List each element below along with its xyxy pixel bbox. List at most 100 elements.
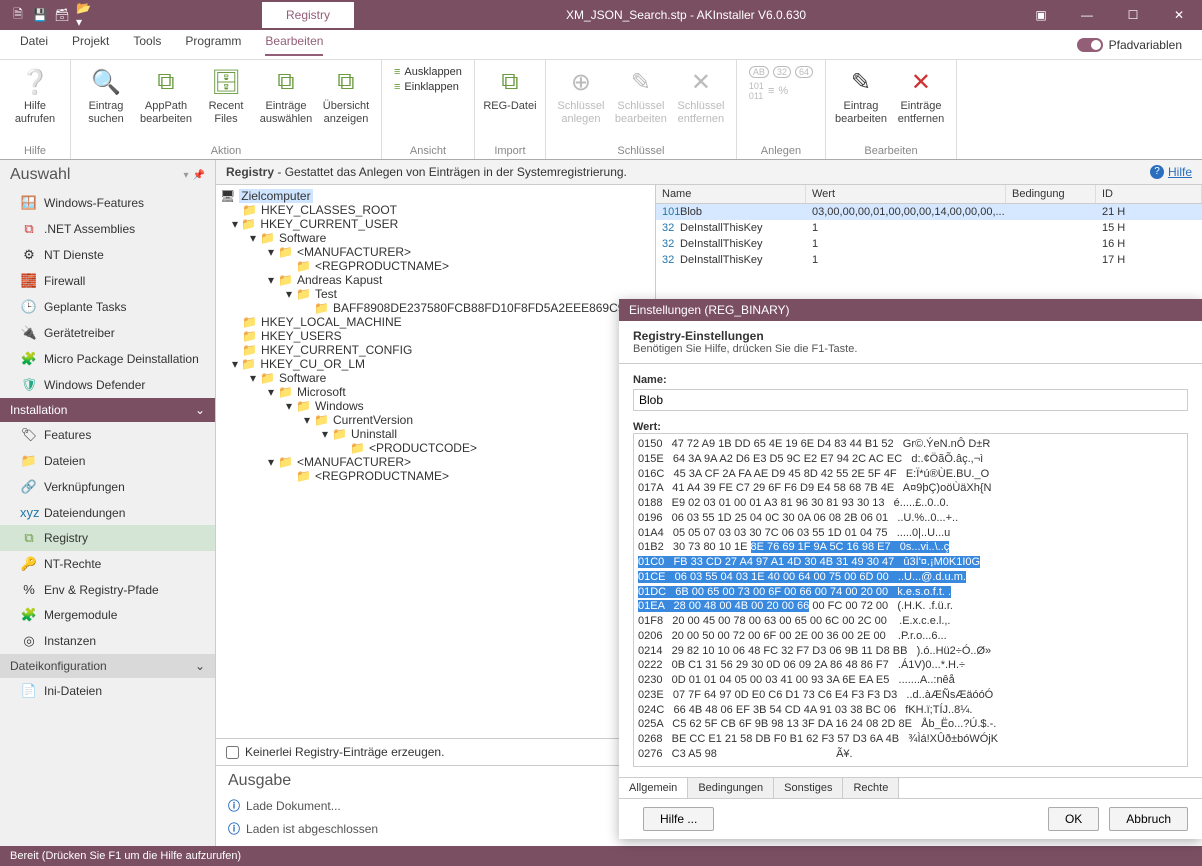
item-features[interactable]: 🏷Features — [0, 422, 215, 448]
item-geplante-tasks[interactable]: 🕒Geplante Tasks — [0, 294, 215, 320]
item-nt-dienste[interactable]: ⚙NT Dienste — [0, 242, 215, 268]
accordion-installation[interactable]: Installation⌄ — [0, 398, 215, 422]
qat-save-icon[interactable]: 💾 — [32, 7, 48, 23]
item-windows-features[interactable]: 🪟Windows-Features — [0, 190, 215, 216]
menubar: Datei Projekt Tools Programm Bearbeiten … — [0, 30, 1202, 60]
apppath-button[interactable]: ⧉AppPath bearbeiten — [137, 64, 195, 143]
help-icon: ❔ — [20, 68, 50, 96]
select-icon: ⧉ — [277, 68, 294, 96]
search-entry-button[interactable]: 🔍Eintrag suchen — [77, 64, 135, 143]
statusbar: Bereit (Drücken Sie F1 um die Hilfe aufz… — [0, 846, 1202, 866]
description-bar: Registry - Gestattet das Anlegen von Ein… — [216, 160, 1202, 185]
item-instanzen[interactable]: ◎Instanzen — [0, 628, 215, 654]
group-ansicht-caption: Ansicht — [388, 143, 468, 159]
key-plus-icon: ⊕ — [571, 68, 591, 96]
help-icon: ? — [1150, 165, 1164, 179]
item-windows-defender[interactable]: 🛡Windows Defender — [0, 372, 215, 398]
pfadvariablen-toggle[interactable] — [1077, 38, 1103, 52]
minimize-button[interactable]: — — [1064, 2, 1110, 28]
registry-tree[interactable]: 🖥 Zielcomputer 📁 HKEY_CLASSES_ROOT ▾ 📁 H… — [216, 185, 656, 738]
tab-rechte[interactable]: Rechte — [843, 778, 899, 798]
value-row[interactable]: 101Blob03,00,00,00,01,00,00,00,14,00,00,… — [656, 204, 1202, 220]
item-net-assemblies[interactable]: ⧉.NET Assemblies — [0, 216, 215, 242]
item-ini-dateien[interactable]: 📄Ini-Dateien — [0, 678, 215, 704]
wert-label: Wert: — [633, 421, 1188, 433]
pfadvariablen-label: Pfadvariablen — [1109, 38, 1182, 52]
qat-open-icon[interactable]: 📂▾ — [76, 7, 92, 23]
dialog-heading: Registry-Einstellungen — [633, 329, 764, 343]
qat-new-icon[interactable]: 🗎 — [10, 7, 26, 23]
dialog-title: Einstellungen (REG_BINARY) — [619, 299, 1202, 321]
accordion-dateikonfig[interactable]: Dateikonfiguration⌄ — [0, 654, 215, 678]
value-row[interactable]: 32DeInstallThisKey116 H — [656, 236, 1202, 252]
item-micro-package[interactable]: 🧩Micro Package Deinstallation — [0, 346, 215, 372]
value-row[interactable]: 32DeInstallThisKey117 H — [656, 252, 1202, 268]
expand-icon: ≡ — [394, 66, 400, 78]
maximize-button[interactable]: ☐ — [1110, 2, 1156, 28]
collapse-button[interactable]: ≡ Einklappen — [394, 81, 462, 93]
item-registry[interactable]: ⧉Registry — [0, 525, 215, 551]
help-link[interactable]: ?Hilfe — [1150, 165, 1192, 179]
close-button[interactable]: ✕ — [1156, 2, 1202, 28]
help-button[interactable]: ❔Hilfe aufrufen — [6, 64, 64, 143]
overview-icon: ⧉ — [337, 68, 354, 96]
tab-sonstiges[interactable]: Sonstiges — [774, 778, 843, 798]
value-row[interactable]: 32DeInstallThisKey115 H — [656, 220, 1202, 236]
menu-bearbeiten[interactable]: Bearbeiten — [265, 34, 323, 56]
ok-button[interactable]: OK — [1048, 807, 1099, 831]
item-nt-rechte[interactable]: 🔑NT-Rechte — [0, 551, 215, 577]
dword-button: AB 32 64 — [749, 66, 813, 78]
cancel-button[interactable]: Abbruch — [1109, 807, 1188, 831]
search-icon: 🔍 — [91, 68, 121, 96]
settings-dialog: Einstellungen (REG_BINARY) Registry-Eins… — [619, 299, 1202, 839]
item-env-registry[interactable]: %Env & Registry-Pfade — [0, 577, 215, 602]
menu-projekt[interactable]: Projekt — [72, 34, 109, 56]
pin-icon[interactable]: ▾ — [184, 170, 189, 181]
dialog-subheading: Benötigen Sie Hilfe, drücken Sie die F1-… — [633, 343, 1188, 355]
hex-editor[interactable]: 0150 47 72 A9 1B DD 65 4E 19 6E D4 83 44… — [633, 433, 1188, 767]
group-import-caption: Import — [481, 143, 539, 159]
key-create-button: ⊕Schlüssel anlegen — [552, 64, 610, 143]
group-hilfe-caption: Hilfe — [6, 143, 64, 159]
auswahl-header: Auswahl ▾📌 — [0, 160, 215, 190]
menu-programm[interactable]: Programm — [185, 34, 241, 56]
no-registry-label: Keinerlei Registry-Einträge erzeugen. — [245, 745, 444, 759]
help-button[interactable]: Hilfe ... — [643, 807, 714, 831]
entry-edit-button[interactable]: ✎Eintrag bearbeiten — [832, 64, 890, 143]
binary-button: 101011 ≡ % — [749, 81, 813, 101]
item-geraetetreiber[interactable]: 🔌Gerätetreiber — [0, 320, 215, 346]
collapse-icon: ≡ — [394, 81, 400, 93]
import-reg-button[interactable]: ⧉REG-Datei — [481, 64, 539, 143]
tab-bedingungen[interactable]: Bedingungen — [688, 778, 774, 798]
expand-button[interactable]: ≡ Ausklappen — [394, 66, 462, 78]
window-title: XM_JSON_Search.stp - AKInstaller V6.0.63… — [354, 8, 1018, 22]
item-verknuepfungen[interactable]: 🔗Verknüpfungen — [0, 474, 215, 500]
menu-datei[interactable]: Datei — [20, 34, 48, 56]
item-firewall[interactable]: 🧱Firewall — [0, 268, 215, 294]
overview-button[interactable]: ⧉Übersicht anzeigen — [317, 64, 375, 143]
ribbon-options-icon[interactable]: ▣ — [1018, 2, 1064, 28]
qat-saveall-icon[interactable]: 🗃 — [54, 7, 70, 23]
group-bearbeiten-caption: Bearbeiten — [832, 143, 950, 159]
auswahl-panel: Auswahl ▾📌 🪟Windows-Features ⧉.NET Assem… — [0, 160, 216, 846]
no-registry-checkbox[interactable] — [226, 746, 239, 759]
name-input[interactable] — [633, 389, 1188, 411]
item-dateiendungen[interactable]: xyzDateiendungen — [0, 500, 215, 525]
info-icon: ⓘ — [228, 820, 240, 837]
key-edit-icon: ✎ — [631, 68, 651, 96]
item-dateien[interactable]: 📁Dateien — [0, 448, 215, 474]
menu-tools[interactable]: Tools — [133, 34, 161, 56]
context-tab[interactable]: Registry — [262, 2, 354, 28]
group-aktion-caption: Aktion — [77, 143, 375, 159]
tab-allgemein[interactable]: Allgemein — [619, 778, 688, 798]
info-icon: ⓘ — [228, 797, 240, 814]
item-mergemodule[interactable]: 🧩Mergemodule — [0, 602, 215, 628]
delete-icon: ✕ — [911, 68, 931, 96]
key-edit-button: ✎Schlüssel bearbeiten — [612, 64, 670, 143]
apppath-icon: ⧉ — [157, 68, 174, 96]
recentfiles-button[interactable]: 🗄Recent Files — [197, 64, 255, 143]
chevron-down-icon: ⌄ — [195, 403, 205, 417]
entry-delete-button[interactable]: ✕Einträge entfernen — [892, 64, 950, 143]
pin2-icon[interactable]: 📌 — [193, 170, 205, 181]
select-entries-button[interactable]: ⧉Einträge auswählen — [257, 64, 315, 143]
